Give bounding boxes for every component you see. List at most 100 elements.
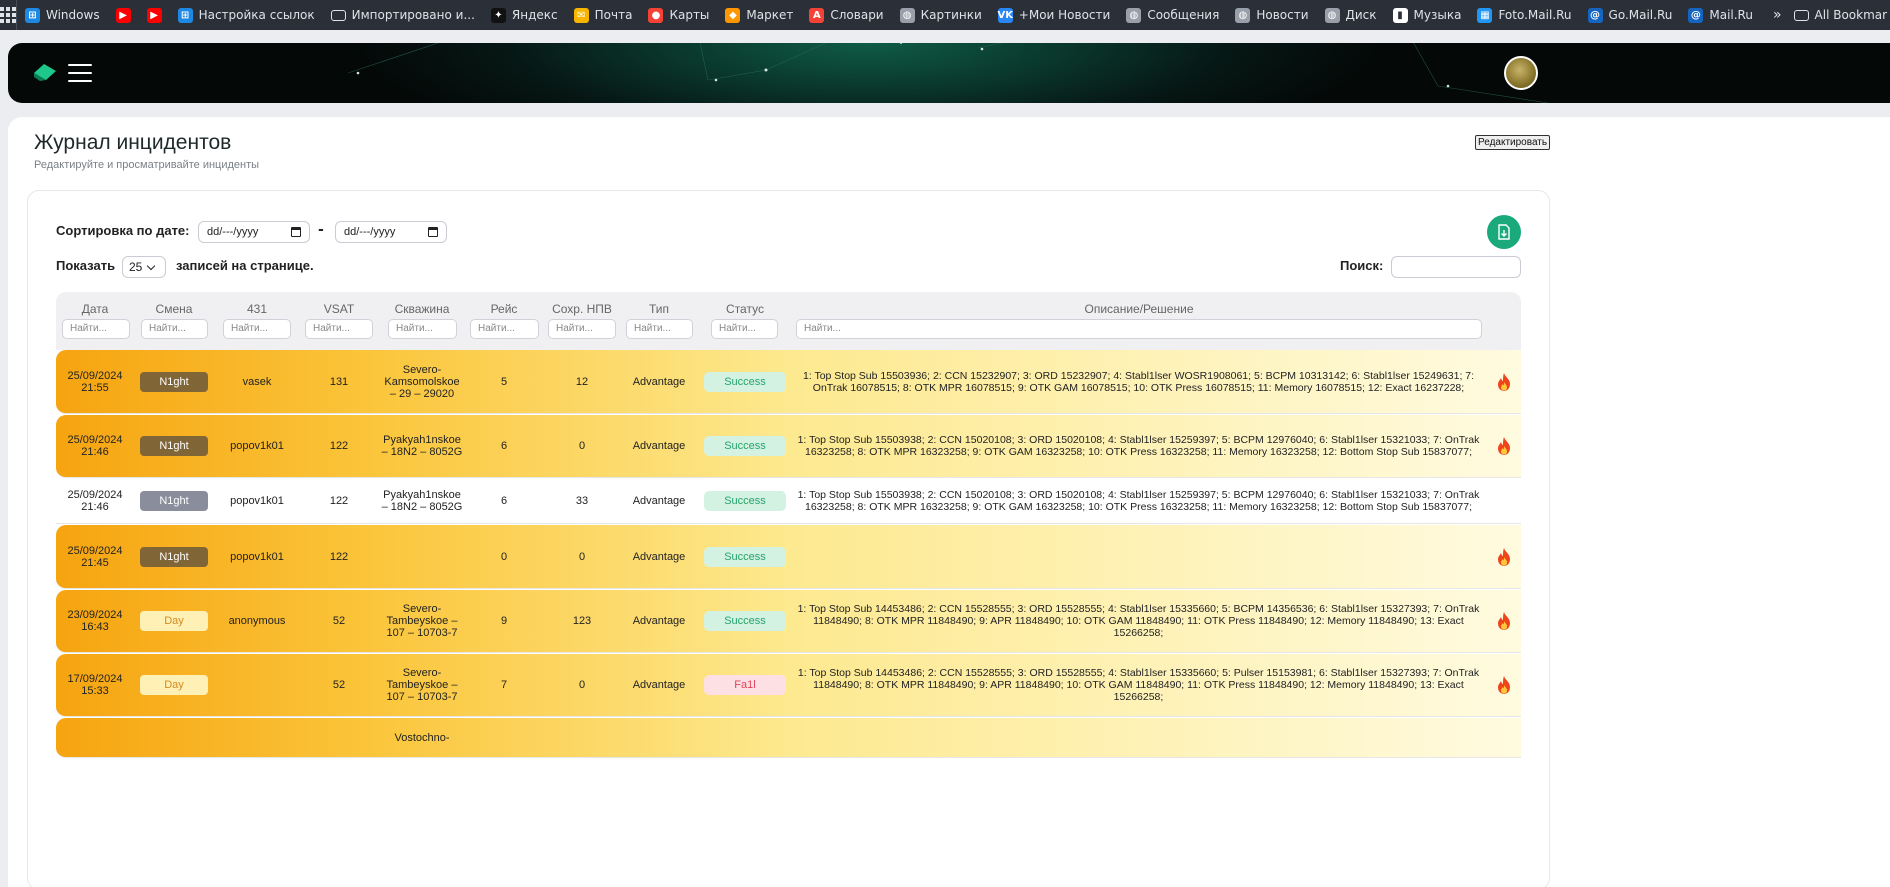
page-size-select[interactable]: 25 [122,256,166,278]
date-range-separator: - [318,222,324,238]
bookmark-item[interactable]: ⊞ Windows [17,0,108,30]
well-cell: Severo- Tambeyskoe – 107 – 10703-7 [386,603,458,639]
bookmark-item[interactable]: Импортировано и... [323,0,483,30]
bookmark-item[interactable]: ▶ [108,0,139,30]
type-cell: Advantage [632,550,686,563]
bookmark-item[interactable]: @ Go.Mail.Ru [1580,0,1681,30]
table-row[interactable]: Vostochno- [56,718,1521,758]
globe-icon: ◍ [1126,7,1142,23]
column-filter-input[interactable]: Найти... [141,319,208,339]
trip-cell: 5 [500,375,508,388]
app-logo-icon[interactable] [34,63,56,81]
globe-icon: ◍ [899,7,915,23]
column-filter-input[interactable]: Найти... [796,319,1482,339]
bookmark-item[interactable]: @ Mail.Ru [1680,0,1761,30]
date-value: 23/09/2024 [67,609,123,621]
edit-button[interactable]: Редактировать [1475,135,1551,150]
table-row[interactable]: 25/09/2024 21:55 N1ght vasek 131 Severo- Kams… [56,350,1521,414]
npv-cell: 123 [572,615,592,627]
table-row[interactable]: 25/09/2024 21:45 N1ght popov1k01 122 0 0 Advant… [56,525,1521,589]
date-to-input[interactable]: dd/---/yyyy [335,221,447,243]
npv-cell: 12 [575,375,589,388]
folder-icon [330,9,346,21]
search-input[interactable] [1391,256,1521,278]
export-button[interactable] [1487,215,1521,249]
bookmark-item[interactable]: ◍ Картинки [892,0,990,30]
bookmark-item[interactable]: ◍ Новости [1227,0,1316,30]
bookmark-label: Настройка ссылок [198,8,315,22]
bookmark-label: Foto.Mail.Ru [1498,8,1572,22]
date-value: 25/09/2024 [67,544,123,557]
status-badge: Success [704,546,786,567]
fire-icon [1498,547,1510,566]
column-filter-input[interactable]: Найти... [711,319,778,339]
all-bookmarks-button[interactable]: All Bookmar [1793,8,1890,22]
bookmark-item[interactable]: ▦ Foto.Mail.Ru [1469,0,1579,30]
column-filter-input[interactable]: Найти... [305,319,373,339]
bookmark-item[interactable]: ⊞ Настройка ссылок [170,0,323,30]
header-banner [8,43,1890,103]
date-cell: 25/09/2024 21:55 [67,370,122,394]
bookmark-item[interactable]: ✦ Яндекс [483,0,566,30]
bookmark-item[interactable]: VK +Мои Новости [990,0,1119,30]
type-cell: Advantage [632,375,686,388]
fire-icon [1498,676,1510,694]
trip-cell: 0 [500,550,508,563]
main-card: Журнал инцидентов Редактируйте и просмат… [8,117,1890,887]
calendar-icon[interactable] [291,227,301,237]
well-cell: Vostochno- [394,731,450,744]
date-cell: 17/09/2024 15:33 [67,673,122,697]
page-title: Журнал инцидентов [34,131,232,154]
table-row[interactable]: 25/09/2024 21:46 N1ght popov1k01 122 Pyakyah1… [56,415,1521,478]
table-row[interactable]: 17/09/2024 15:33 Day 52 Severo- Tambeyskoe –… [56,654,1521,717]
chevron-down-icon [147,261,156,270]
status-badge: Fa1l [704,675,786,695]
shift-badge: N1ght [140,371,208,392]
column-filter-input[interactable]: Найти... [548,319,616,339]
bookmark-item[interactable]: ● Карты [640,0,717,30]
column-filter-input[interactable]: Найти... [388,319,457,339]
bookmark-label: Go.Mail.Ru [1608,8,1673,22]
bookmark-label: Диск [1345,8,1377,22]
network-decoration [347,43,1549,103]
column-filter-input[interactable]: Найти... [223,319,291,339]
trip-cell: 7 [500,679,508,691]
bookmark-item[interactable]: ◆ Маркет [717,0,801,30]
bookmark-item[interactable]: A Словари [801,0,891,30]
column-filter-input[interactable]: Найти... [62,319,130,339]
date-from-input[interactable]: dd/---/yyyy [198,221,310,243]
bookmark-item[interactable]: ◍ Диск [1317,0,1385,30]
sort-by-date-label: Сортировка по дате: [56,223,190,238]
bookmark-label: Маркет [746,8,794,22]
bookmark-item[interactable]: ▮ Музыка [1385,0,1470,30]
table-row[interactable]: 23/09/2024 16:43 Day anonymous 52 Severo- Tam… [56,590,1521,653]
page-size-value: 25 [129,260,143,274]
column-filter-input[interactable]: Найти... [470,319,539,339]
well-cell: Pyakyah1nskoe – 18N2 – 8052G [381,489,463,513]
npv-cell: 0 [578,679,586,691]
user-cell: popov1k01 [230,495,284,507]
menu-icon[interactable] [68,64,92,82]
column-header[interactable]: Статус [685,302,805,316]
date-cell: 25/09/2024 21:46 [67,489,122,513]
date-cell: 23/09/2024 16:43 [67,609,122,633]
all-bookmarks-label: All Bookmar [1814,8,1888,22]
column-filter-input[interactable]: Найти... [626,319,693,339]
apps-grid-icon[interactable] [0,0,17,30]
bookmarks-bar: ⊞ Windows ▶ ▶ ⊞ Настройка ссылок Импортировано… [0,0,1890,30]
avatar[interactable] [1504,56,1538,90]
bookmark-label: Mail.Ru [1709,8,1753,22]
table-row[interactable]: 25/09/2024 21:46 N1ght popov1k01 122 Pyakyah1… [56,479,1521,524]
column-header[interactable]: Описание/Решение [1079,302,1199,316]
calendar-icon[interactable] [428,227,438,237]
date-cell: 25/09/2024 21:46 [67,434,122,458]
type-cell: Advantage [632,440,686,452]
bookmark-item[interactable]: ✉ Почта [566,0,641,30]
bookmark-item[interactable]: ◍ Сообщения [1118,0,1227,30]
bookmark-item[interactable]: ▶ [139,0,170,30]
date-from-placeholder: dd/---/yyyy [207,226,259,238]
fire-icon [1498,372,1510,391]
description-cell: 1: Top Stop Sub 14453486; 2: CCN 1552855… [797,667,1480,703]
vsat-cell: 122 [329,550,349,563]
bookmarks-overflow-button[interactable]: » [1761,7,1794,23]
